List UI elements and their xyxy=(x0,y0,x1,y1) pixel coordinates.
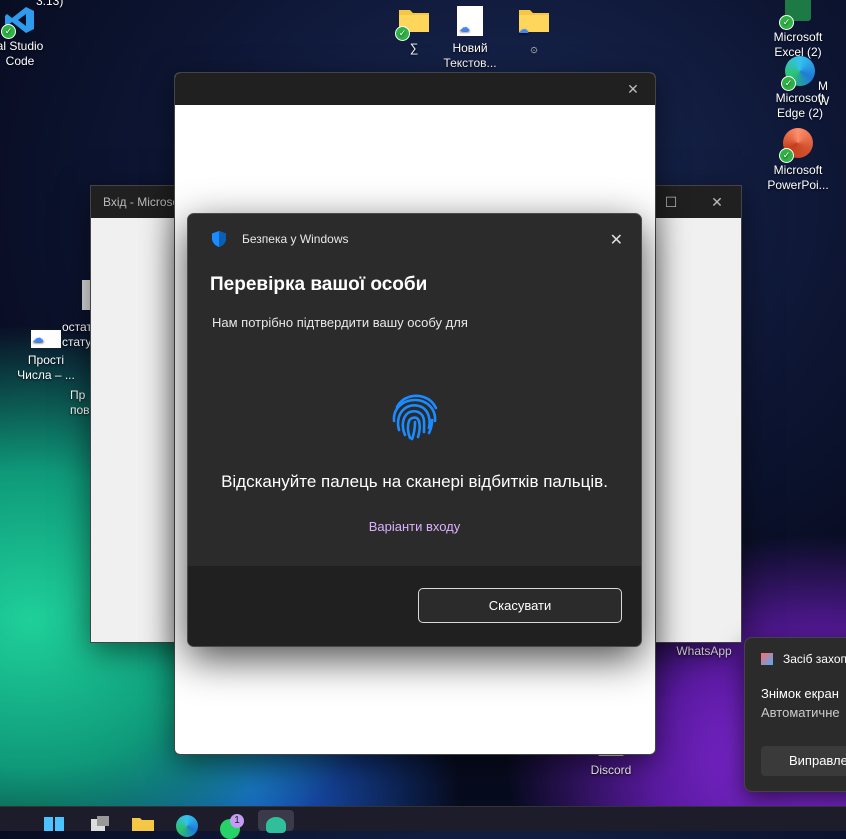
document-icon: ☁ xyxy=(30,330,62,350)
taskbar: 1 xyxy=(0,806,846,839)
desktop-icon-word[interactable]: M W xyxy=(818,79,846,109)
excel-label-line1: Microsoft xyxy=(773,30,823,44)
prime-numbers-label-line1: Прості xyxy=(27,353,65,367)
folder-icon: ✓ xyxy=(395,6,430,41)
close-icon[interactable]: ✕ xyxy=(695,186,739,218)
text-file-icon: ☁ xyxy=(454,6,486,38)
desktop-icon-folder-symbol[interactable]: ☁ ۞ xyxy=(496,6,572,56)
word-label-line1: M xyxy=(818,79,828,93)
snipping-tool-icon xyxy=(761,653,773,665)
desktop-icon-vscode[interactable]: ✓ al Studio Code xyxy=(0,4,58,69)
toast-header: Засіб захоп xyxy=(745,638,846,666)
dialog-app-name: Безпека у Windows xyxy=(242,232,349,246)
vscode-label-line2: Code xyxy=(5,54,35,68)
edge-icon[interactable] xyxy=(175,815,199,837)
file-explorer-icon[interactable] xyxy=(131,815,155,837)
word-label-line2: W xyxy=(818,94,830,108)
desktop-icon-powerpoint[interactable]: ✓ Microsoft PowerPoi... xyxy=(760,128,836,193)
vscode-icon: ✓ xyxy=(1,4,36,39)
dialog-heading: Перевірка вашої особи xyxy=(210,274,428,295)
powerpoint-label-line1: Microsoft xyxy=(773,163,823,177)
powerpoint-label-line2: PowerPoi... xyxy=(767,178,829,192)
powerpoint-icon: ✓ xyxy=(779,128,814,163)
toast-title: Знімок екран xyxy=(761,686,839,701)
folder-icon: ☁ xyxy=(518,6,550,38)
toast-action-button[interactable]: Виправле xyxy=(761,746,846,776)
desktop-icon-excel[interactable]: ✓ Microsoft Excel (2) xyxy=(760,0,836,60)
shield-icon xyxy=(212,231,226,247)
text-file-label-line2: Текстов... xyxy=(443,56,497,70)
game-icon[interactable] xyxy=(258,810,294,833)
toast-body: Автоматичне xyxy=(761,705,840,720)
dialog-footer: Скасувати xyxy=(188,566,641,646)
whatsapp-badge: 1 xyxy=(230,814,244,828)
excel-icon: ✓ xyxy=(779,0,814,30)
windows-security-dialog: Безпека у Windows ✕ Перевірка вашої особ… xyxy=(187,213,642,647)
fingerprint-icon xyxy=(392,394,438,441)
whatsapp-icon[interactable]: 1 xyxy=(218,814,244,839)
toast-app-name: Засіб захоп xyxy=(783,652,846,666)
whatsapp-label: WhatsApp xyxy=(676,644,732,658)
close-icon[interactable]: ✕ xyxy=(611,73,655,105)
snipping-tool-notification[interactable]: Засіб захоп Знімок екран Автоматичне Вип… xyxy=(744,637,846,792)
signin-window-title: Вхід - Microso xyxy=(103,195,180,209)
folder-symbol-label: ۞ xyxy=(530,41,538,55)
desktop-icon-whatsapp[interactable]: WhatsApp xyxy=(666,644,742,659)
start-icon[interactable] xyxy=(42,815,66,837)
blank-window-titlebar[interactable]: ✕ xyxy=(175,73,655,105)
scan-instruction: Відскануйте палець на сканері відбитків … xyxy=(221,472,608,491)
cancel-button[interactable]: Скасувати xyxy=(418,588,622,623)
sign-in-options-link[interactable]: Варіанти входу xyxy=(188,519,641,534)
edge-icon: ✓ xyxy=(781,56,816,91)
task-view-icon[interactable] xyxy=(88,815,112,837)
prime-numbers-label-line2: Числа – ... xyxy=(17,368,75,382)
discord-label: Discord xyxy=(590,763,632,777)
close-icon[interactable]: ✕ xyxy=(610,230,623,250)
vscode-label-line1: al Studio xyxy=(0,39,44,53)
dialog-description: Нам потрібно підтвердити вашу особу для xyxy=(212,315,468,330)
dialog-header: Безпека у Windows xyxy=(188,214,641,248)
